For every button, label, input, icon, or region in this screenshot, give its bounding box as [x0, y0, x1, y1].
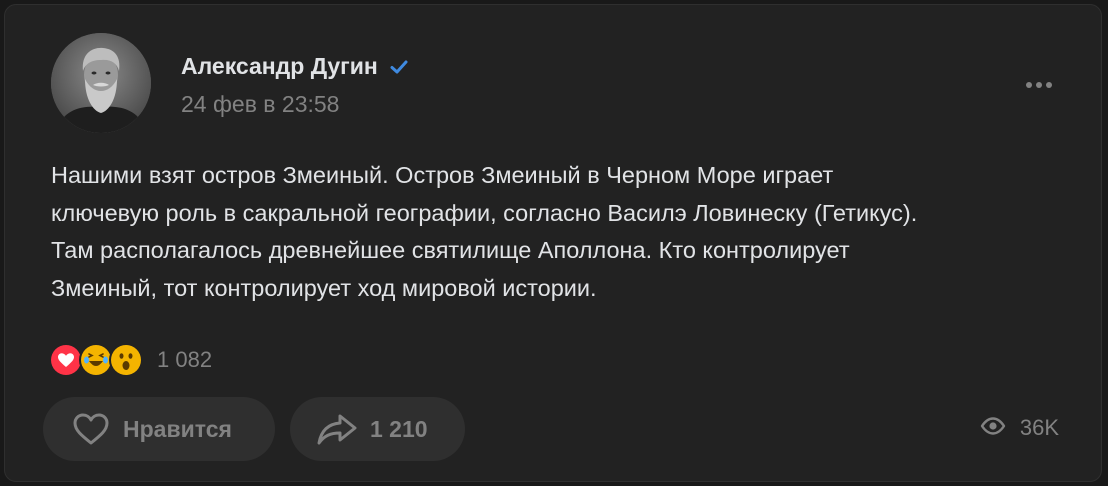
- like-label: Нравится: [123, 415, 232, 442]
- more-options-icon[interactable]: [1023, 73, 1055, 97]
- share-arrow-icon: [316, 412, 358, 446]
- post-card: Александр Дугин 24 фев в 23:58 Нашими вз…: [4, 4, 1102, 482]
- share-button[interactable]: 1 210: [290, 397, 465, 461]
- views-counter: 36K: [980, 415, 1059, 441]
- like-button[interactable]: Нравится: [43, 397, 275, 461]
- reaction-icons: [49, 343, 143, 377]
- heart-reaction-icon: [49, 343, 83, 377]
- author-name[interactable]: Александр Дугин: [181, 53, 410, 80]
- views-count: 36K: [1019, 415, 1059, 440]
- surprised-face-icon: [109, 343, 143, 377]
- share-count: 1 210: [370, 415, 428, 442]
- verified-check-icon: [388, 56, 410, 78]
- reactions-summary[interactable]: 1 082: [49, 343, 212, 377]
- laughing-tears-icon: [79, 343, 113, 377]
- eye-icon: [980, 415, 1006, 441]
- author-avatar[interactable]: [51, 33, 151, 133]
- heart-outline-icon: [71, 412, 111, 446]
- author-name-label[interactable]: Александр Дугин: [181, 53, 378, 80]
- post-text: Нашими взят остров Змеиный. Остров Змеин…: [51, 162, 918, 301]
- post-date[interactable]: 24 фев в 23:58: [181, 91, 339, 118]
- reactions-count: 1 082: [157, 347, 213, 372]
